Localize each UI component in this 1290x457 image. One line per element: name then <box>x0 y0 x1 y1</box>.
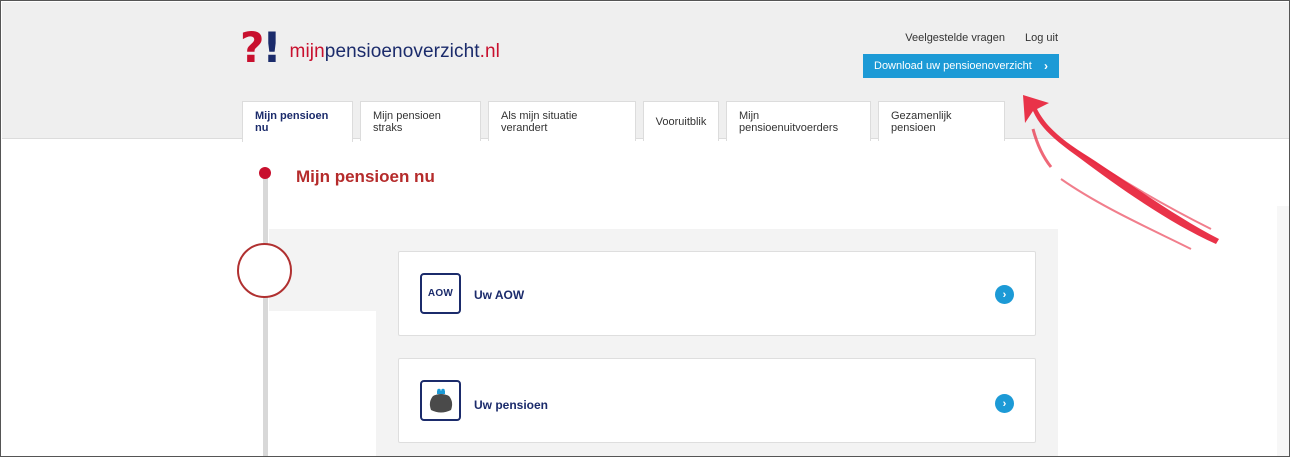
logo-question-mark: ? <box>240 23 265 72</box>
timeline-circle <box>237 243 292 298</box>
logo-text-nl: .nl <box>479 41 501 62</box>
tab-mijn-pensioenuitvoerders[interactable]: Mijn pensioenuitvoerders <box>726 101 871 141</box>
browser-frame: ? ! mijnpensioenoverzicht.nl Veelgesteld… <box>0 0 1290 457</box>
download-button-label: Download uw pensioenoverzicht <box>874 60 1032 72</box>
card-label: Uw pensioen <box>474 398 549 412</box>
tab-label: Mijn pensioenuitvoerders <box>739 109 839 134</box>
faq-link[interactable]: Veelgestelde vragen <box>905 32 1005 44</box>
download-overview-button[interactable]: Download uw pensioenoverzicht › <box>863 54 1059 78</box>
tab-label: Gezamenlijk pensioen <box>891 109 952 134</box>
tab-label: Vooruitblik <box>655 115 707 128</box>
timeline-line <box>263 173 268 456</box>
card-uw-aow[interactable]: AOW Uw AOW › <box>398 251 1036 336</box>
card-label: Uw AOW <box>474 288 525 302</box>
tab-als-mijn-situatie-verandert[interactable]: Als mijn situatie verandert <box>488 101 636 141</box>
tab-label: Mijn pensioen straks <box>373 109 441 134</box>
aow-icon-text: AOW <box>427 288 454 299</box>
annotation-arrow-icon <box>1023 95 1219 250</box>
wallet-icon-graphic <box>429 388 452 412</box>
logo-text-mijn: mijn <box>289 41 325 62</box>
logout-link[interactable]: Log uit <box>1025 32 1058 44</box>
chevron-right-icon: › <box>1044 59 1048 73</box>
card-uw-pensioen[interactable]: Uw pensioen › <box>398 358 1036 443</box>
page-edge-strip <box>1277 206 1289 456</box>
logo-text: mijnpensioenoverzicht.nl <box>290 41 500 63</box>
logo-exclamation-mark: ! <box>262 23 282 72</box>
site-logo[interactable]: ? ! mijnpensioenoverzicht.nl <box>240 23 500 72</box>
main-tabs: Mijn pensioen nu Mijn pensioen straks Al… <box>242 101 1005 142</box>
tab-mijn-pensioen-nu[interactable]: Mijn pensioen nu <box>242 101 353 142</box>
timeline-dot <box>259 167 271 179</box>
chevron-right-icon[interactable]: › <box>995 285 1014 304</box>
wallet-icon <box>420 380 461 421</box>
tab-vooruitblik[interactable]: Vooruitblik <box>643 101 719 141</box>
top-links: Veelgestelde vragen Log uit <box>905 32 1058 44</box>
tab-label: Mijn pensioen nu <box>255 110 329 134</box>
aow-icon: AOW <box>420 273 461 314</box>
logo-text-pensioenoverzicht: pensioenoverzicht <box>324 41 480 62</box>
tab-mijn-pensioen-straks[interactable]: Mijn pensioen straks <box>360 101 481 141</box>
chevron-right-icon[interactable]: › <box>995 394 1014 413</box>
section-title: Mijn pensioen nu <box>296 167 435 186</box>
tab-gezamenlijk-pensioen[interactable]: Gezamenlijk pensioen <box>878 101 1005 141</box>
tab-label: Als mijn situatie verandert <box>501 109 578 134</box>
